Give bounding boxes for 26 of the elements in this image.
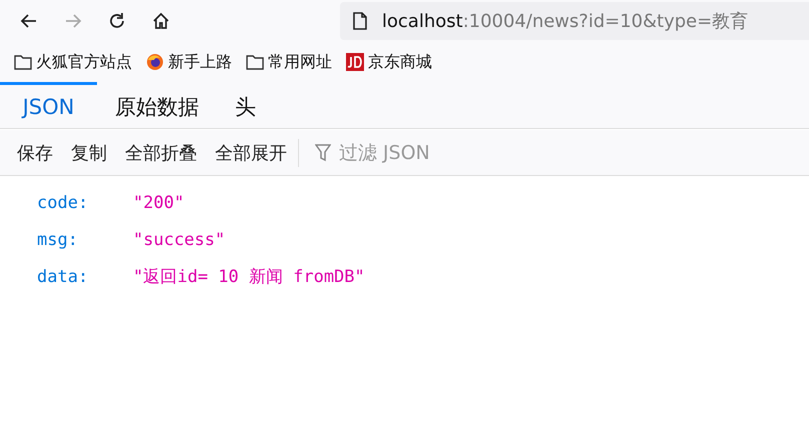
bookmark[interactable]: 京东商城 [346, 52, 432, 72]
json-key: data: [37, 266, 133, 286]
reload-icon [107, 11, 127, 31]
toolbar-button[interactable]: 保存 [8, 140, 62, 164]
filter-icon [315, 144, 331, 162]
json-key: msg: [37, 230, 133, 250]
toolbar-button[interactable]: 全部折叠 [116, 140, 206, 164]
toolbar-button[interactable]: 复制 [62, 140, 116, 164]
toolbar-button[interactable]: 全部展开 [206, 140, 296, 164]
json-value: "返回id= 10 新闻 fromDB" [133, 266, 365, 288]
folder-icon [14, 54, 32, 70]
home-icon [151, 11, 171, 31]
jd-icon [346, 53, 364, 71]
json-value: "200" [133, 192, 184, 212]
page-icon [352, 12, 368, 30]
filter-field[interactable]: 过滤 JSON [307, 140, 521, 164]
json-key: code: [37, 192, 133, 212]
folder-icon [246, 54, 264, 70]
bookmark[interactable]: 新手上路 [146, 52, 232, 72]
bookmark[interactable]: 常用网址 [246, 52, 332, 72]
json-value: "success" [133, 230, 226, 250]
bookmark[interactable]: 火狐官方站点 [14, 52, 132, 72]
viewer-tab[interactable]: 原始数据 [97, 82, 217, 128]
address-bar[interactable]: localhost:10004/news?id=10&type=教育 [340, 2, 809, 40]
globe-icon [146, 53, 164, 71]
viewer-tab[interactable]: 头 [217, 82, 274, 128]
